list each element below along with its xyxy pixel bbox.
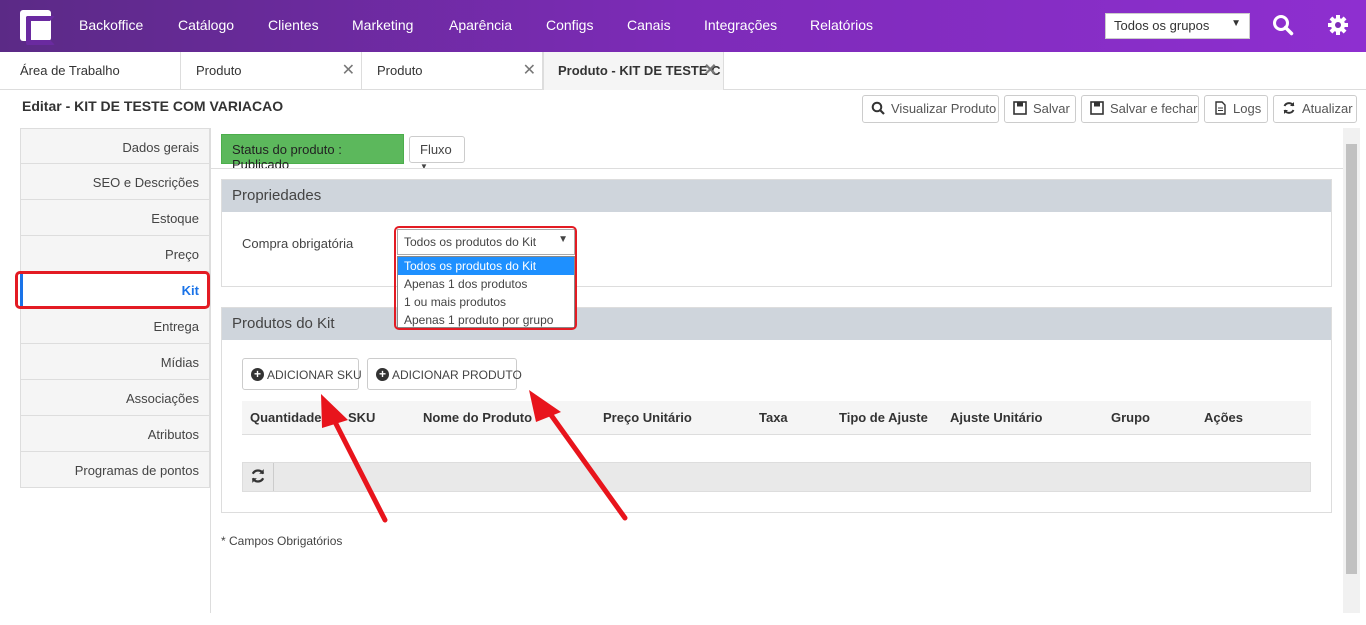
- tab-label: Produto: [196, 63, 242, 78]
- tab-produto-1[interactable]: Produto ✕: [182, 52, 362, 90]
- logs-label: Logs: [1233, 101, 1262, 116]
- nav-canais[interactable]: Canais: [627, 17, 671, 33]
- close-icon[interactable]: ✕: [704, 60, 717, 80]
- add-sku-button[interactable]: + ADICIONAR SKU: [242, 358, 362, 390]
- vertical-scrollbar[interactable]: [1343, 128, 1360, 613]
- save-icon: [1090, 101, 1104, 115]
- column-header: Preço Unitário: [603, 410, 692, 425]
- save-icon: [1013, 101, 1027, 115]
- sidebar-item-seo[interactable]: SEO e Descrições: [20, 164, 210, 200]
- sidebar-item-programas-de-pontos[interactable]: Programas de pontos: [20, 452, 210, 488]
- group-select[interactable]: Todos os grupos ▼: [1105, 13, 1250, 39]
- sidebar-item-preco[interactable]: Preço: [20, 236, 210, 272]
- logo[interactable]: [20, 10, 55, 45]
- search-icon[interactable]: [1272, 14, 1294, 36]
- tab-bar: Área de Trabalho Produto ✕ Produto ✕ Pro…: [0, 52, 1366, 90]
- save-label: Salvar: [1033, 101, 1070, 116]
- divider: [211, 168, 1343, 169]
- view-product-button[interactable]: Visualizar Produto: [862, 95, 999, 123]
- column-header: Ajuste Unitário: [950, 410, 1043, 425]
- column-header: Quantidade: [250, 410, 322, 425]
- refresh-icon: [251, 469, 265, 483]
- flow-dropdown-button[interactable]: Fluxo ▼: [409, 136, 465, 171]
- column-header: Nome do Produto: [423, 410, 533, 425]
- search-icon: [871, 101, 885, 115]
- view-product-label: Visualizar Produto: [891, 101, 997, 116]
- close-icon[interactable]: ✕: [523, 60, 536, 80]
- sidebar-item-entrega[interactable]: Entrega: [20, 308, 210, 344]
- sidebar-item-estoque[interactable]: Estoque: [20, 200, 210, 236]
- nav-configs[interactable]: Configs: [546, 17, 593, 33]
- column-header: Ações: [1204, 410, 1244, 425]
- nav-relatorios[interactable]: Relatórios: [810, 17, 873, 33]
- logs-button[interactable]: Logs: [1204, 95, 1268, 123]
- refresh-icon: [1283, 102, 1295, 114]
- gear-icon[interactable]: [1327, 14, 1349, 36]
- compra-obrigatoria-label: Compra obrigatória: [242, 236, 354, 251]
- required-fields-note: * Campos Obrigatórios: [221, 534, 343, 548]
- nav-integracoes[interactable]: Integrações: [704, 17, 777, 33]
- tab-area-de-trabalho[interactable]: Área de Trabalho: [6, 52, 181, 90]
- close-icon[interactable]: ✕: [342, 60, 355, 80]
- dropdown-highlight-box: [394, 226, 577, 330]
- save-close-button[interactable]: Salvar e fechar: [1081, 95, 1199, 123]
- column-header: Tipo de Ajuste: [839, 410, 928, 425]
- page-title: Editar - KIT DE TESTE COM VARIACAO: [22, 98, 284, 114]
- status-badge[interactable]: Status do produto : Publicado: [221, 134, 404, 172]
- table-footer: [242, 462, 1311, 492]
- nav-marketing[interactable]: Marketing: [352, 17, 413, 33]
- sidebar-item-dados-gerais[interactable]: Dados gerais: [20, 128, 210, 164]
- save-close-label: Salvar e fechar: [1110, 101, 1198, 116]
- document-icon: [1215, 101, 1226, 115]
- chevron-down-icon: ▼: [1231, 18, 1241, 29]
- kit-highlight-box: [15, 271, 210, 309]
- scrollbar-thumb[interactable]: [1346, 144, 1357, 574]
- plus-circle-icon: +: [376, 368, 389, 381]
- sidebar-item-atributos[interactable]: Atributos: [20, 416, 210, 452]
- add-sku-label: ADICIONAR SKU: [267, 368, 362, 382]
- nav-aparencia[interactable]: Aparência: [449, 17, 512, 33]
- add-product-button[interactable]: + ADICIONAR PRODUTO: [367, 358, 522, 390]
- tab-label: Produto: [377, 63, 423, 78]
- refresh-button[interactable]: Atualizar: [1273, 95, 1357, 123]
- save-button[interactable]: Salvar: [1004, 95, 1076, 123]
- nav-catalogo[interactable]: Catálogo: [178, 17, 234, 33]
- properties-panel-title: Propriedades: [222, 180, 1331, 212]
- sidebar-item-midias[interactable]: Mídias: [20, 344, 210, 380]
- tab-label: Área de Trabalho: [20, 63, 120, 78]
- group-select-value: Todos os grupos: [1114, 18, 1210, 33]
- flow-label: Fluxo: [420, 142, 452, 157]
- top-navbar: Backoffice Catálogo Clientes Marketing A…: [0, 0, 1366, 52]
- column-header: SKU: [348, 410, 376, 425]
- kit-products-panel-title: Produtos do Kit: [222, 308, 1331, 340]
- caret-down-icon: ▼: [420, 162, 428, 171]
- refresh-label: Atualizar: [1302, 101, 1353, 116]
- kit-products-table-header: Quantidade SKU Nome do Produto Preço Uni…: [242, 401, 1311, 435]
- column-header: Taxa: [759, 410, 788, 425]
- add-product-label: ADICIONAR PRODUTO: [392, 368, 522, 382]
- plus-circle-icon: +: [251, 368, 264, 381]
- tab-produto-kit[interactable]: Produto - KIT DE TESTE C ✕: [543, 52, 724, 90]
- nav-backoffice[interactable]: Backoffice: [79, 17, 143, 33]
- nav-clientes[interactable]: Clientes: [268, 17, 319, 33]
- tab-label: Produto - KIT DE TESTE C: [558, 63, 721, 78]
- sidebar-item-associacoes[interactable]: Associações: [20, 380, 210, 416]
- properties-panel: Propriedades: [221, 179, 1332, 287]
- column-header: Grupo: [1111, 410, 1150, 425]
- table-refresh-button[interactable]: [243, 463, 274, 491]
- tab-produto-2[interactable]: Produto ✕: [363, 52, 543, 90]
